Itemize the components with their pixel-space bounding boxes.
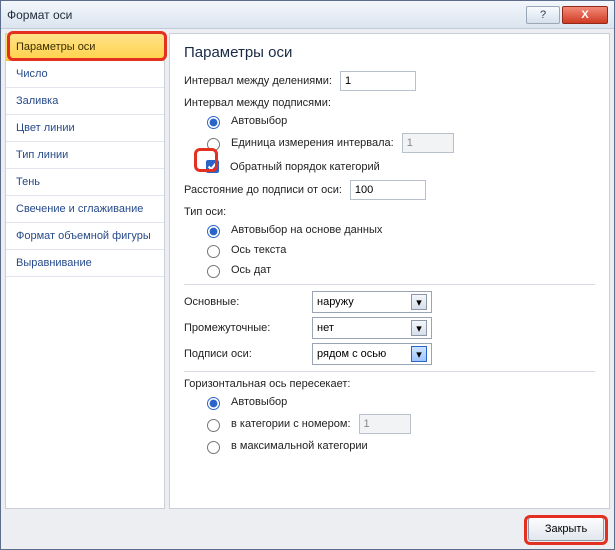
- chevron-down-icon: ▾: [411, 346, 427, 362]
- interval-ticks-label: Интервал между делениями:: [184, 75, 332, 87]
- row-cross-auto: Автовыбор: [184, 394, 595, 410]
- radio-auto-label[interactable]: Автовыбор: [231, 115, 287, 127]
- chevron-down-icon: ▾: [411, 320, 427, 336]
- radio-cross-auto[interactable]: [207, 397, 220, 410]
- dialog-body: Параметры оси Число Заливка Цвет линии Т…: [1, 29, 614, 549]
- interval-ticks-input[interactable]: [340, 71, 416, 91]
- label-distance-input[interactable]: [350, 180, 426, 200]
- radio-unit-label[interactable]: Единица измерения интервала:: [231, 137, 394, 149]
- major-ticks-select[interactable]: наружу ▾: [312, 291, 432, 313]
- axis-type-label: Тип оси:: [184, 206, 595, 218]
- separator: [184, 284, 595, 285]
- radio-axis-type-auto[interactable]: [207, 225, 220, 238]
- sidebar-item-shadow[interactable]: Тень: [6, 169, 164, 196]
- row-label-interval-auto: Автовыбор: [184, 113, 595, 129]
- sidebar-item-glow[interactable]: Свечение и сглаживание: [6, 196, 164, 223]
- axis-type-auto-label[interactable]: Автовыбор на основе данных: [231, 224, 382, 236]
- cross-max-label[interactable]: в максимальной категории: [231, 440, 368, 452]
- sidebar-item-alignment[interactable]: Выравнивание: [6, 250, 164, 277]
- radio-label-interval-auto[interactable]: [207, 116, 220, 129]
- major-ticks-value: наружу: [317, 296, 354, 308]
- row-cross-max: в максимальной категории: [184, 438, 595, 454]
- checkbox-reverse-order[interactable]: [206, 160, 219, 173]
- row-cross-category: в категории с номером:: [184, 414, 595, 434]
- row-minor-ticks: Промежуточные: нет ▾: [184, 317, 595, 339]
- row-axis-labels: Подписи оси: рядом с осью ▾: [184, 343, 595, 365]
- cross-category-input: [359, 414, 411, 434]
- row-axis-type-auto: Автовыбор на основе данных: [184, 222, 595, 238]
- radio-cross-category[interactable]: [207, 419, 220, 432]
- dialog-window: Формат оси ? X Параметры оси Число Залив…: [0, 0, 615, 550]
- row-label-distance: Расстояние до подписи от оси:: [184, 180, 595, 200]
- minor-ticks-select[interactable]: нет ▾: [312, 317, 432, 339]
- radio-cross-max[interactable]: [207, 441, 220, 454]
- axis-labels-select[interactable]: рядом с осью ▾: [312, 343, 432, 365]
- close-window-button[interactable]: X: [562, 6, 608, 24]
- row-reverse-order: Обратный порядок категорий: [184, 157, 595, 176]
- minor-ticks-value: нет: [317, 322, 334, 334]
- major-ticks-label: Основные:: [184, 296, 304, 308]
- axis-labels-label: Подписи оси:: [184, 348, 304, 360]
- row-major-ticks: Основные: наружу ▾: [184, 291, 595, 313]
- chevron-down-icon: ▾: [411, 294, 427, 310]
- dialog-footer: Закрыть: [528, 517, 604, 541]
- cross-auto-label[interactable]: Автовыбор: [231, 396, 287, 408]
- minor-ticks-label: Промежуточные:: [184, 322, 304, 334]
- cross-category-label[interactable]: в категории с номером:: [231, 418, 351, 430]
- interval-labels-label: Интервал между подписями:: [184, 97, 595, 109]
- sidebar-item-number[interactable]: Число: [6, 61, 164, 88]
- cross-label: Горизонтальная ось пересекает:: [184, 378, 595, 390]
- close-button[interactable]: Закрыть: [528, 517, 604, 541]
- sidebar-item-axis-options[interactable]: Параметры оси: [6, 34, 164, 61]
- sidebar-item-fill[interactable]: Заливка: [6, 88, 164, 115]
- radio-label-interval-unit[interactable]: [207, 138, 220, 151]
- radio-axis-type-date[interactable]: [207, 265, 220, 278]
- row-label-interval-unit: Единица измерения интервала:: [184, 133, 595, 153]
- help-button[interactable]: ?: [526, 6, 560, 24]
- reverse-order-label[interactable]: Обратный порядок категорий: [230, 161, 380, 173]
- sidebar-item-line-color[interactable]: Цвет линии: [6, 115, 164, 142]
- panel-heading: Параметры оси: [184, 44, 595, 61]
- sidebar-item-3d-format[interactable]: Формат объемной фигуры: [6, 223, 164, 250]
- row-interval-ticks: Интервал между делениями:: [184, 71, 595, 91]
- axis-labels-value: рядом с осью: [317, 348, 386, 360]
- row-axis-type-text: Ось текста: [184, 242, 595, 258]
- window-buttons: ? X: [526, 6, 608, 24]
- options-panel: Параметры оси Интервал между делениями: …: [169, 33, 610, 509]
- sidebar-item-line-style[interactable]: Тип линии: [6, 142, 164, 169]
- label-distance-label: Расстояние до подписи от оси:: [184, 184, 342, 196]
- sidebar: Параметры оси Число Заливка Цвет линии Т…: [5, 33, 165, 509]
- titlebar: Формат оси ? X: [1, 1, 614, 29]
- row-axis-type-date: Ось дат: [184, 262, 595, 278]
- axis-type-text-label[interactable]: Ось текста: [231, 244, 286, 256]
- separator: [184, 371, 595, 372]
- label-interval-unit-input: [402, 133, 454, 153]
- axis-type-date-label[interactable]: Ось дат: [231, 264, 271, 276]
- window-title: Формат оси: [7, 8, 526, 22]
- radio-axis-type-text[interactable]: [207, 245, 220, 258]
